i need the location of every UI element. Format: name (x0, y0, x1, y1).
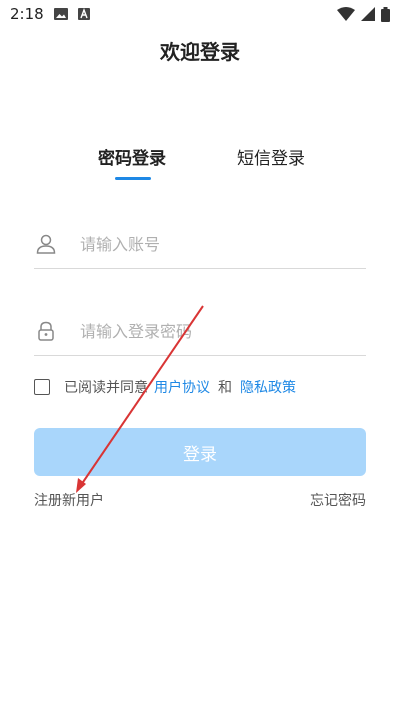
annotation-arrow (76, 305, 204, 493)
